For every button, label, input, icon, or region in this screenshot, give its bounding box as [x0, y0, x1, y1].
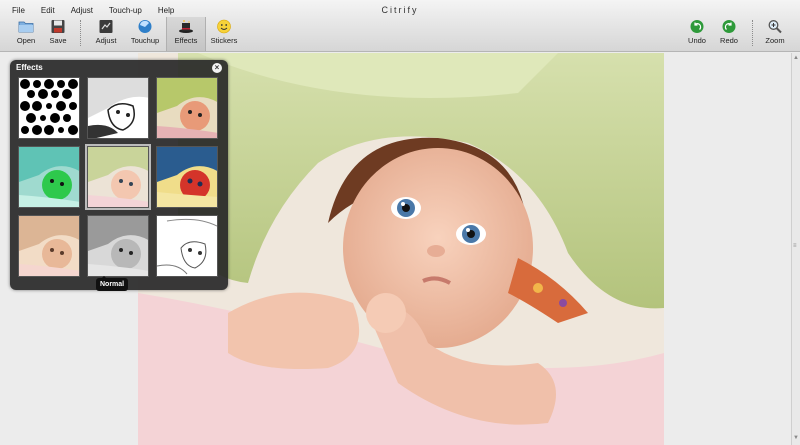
- stickers-button[interactable]: Stickers: [204, 19, 244, 49]
- app-title: Citrify: [381, 5, 419, 15]
- scroll-up-icon[interactable]: ▲: [793, 55, 799, 61]
- effect-thumbnail: [157, 147, 217, 207]
- smiley-icon: [217, 19, 231, 34]
- touchup-label: Touchup: [130, 36, 160, 45]
- redo-icon: [722, 20, 736, 33]
- floppy-disk-icon: [51, 20, 65, 33]
- toolbar-separator: [752, 20, 753, 46]
- effect-thumb-pop-art[interactable]: [156, 146, 218, 208]
- effect-tooltip: Normal: [96, 276, 129, 291]
- adjust-button[interactable]: Adjust: [86, 19, 126, 49]
- magic-hat-icon: [179, 20, 193, 33]
- undo-icon: [690, 20, 704, 33]
- effects-button[interactable]: Effects: [166, 17, 206, 51]
- effect-thumb-warm[interactable]: [156, 77, 218, 139]
- close-icon[interactable]: ×: [212, 63, 222, 73]
- effects-panel: Effects × Normal: [10, 60, 228, 291]
- save-label: Save: [49, 36, 67, 45]
- effect-thumbnail: [19, 216, 79, 276]
- effect-thumbnail: [88, 216, 148, 276]
- adjust-icon: [99, 20, 113, 33]
- toolbar-separator: [80, 20, 81, 46]
- effect-thumb-halftone[interactable]: [18, 77, 80, 139]
- vertical-scrollbar[interactable]: ▲ ≡ ▼: [791, 53, 800, 445]
- effect-thumb-pencil[interactable]: [156, 215, 218, 277]
- effect-thumbnail: [88, 78, 148, 138]
- touchup-button[interactable]: Touchup: [125, 19, 165, 49]
- adjust-label: Adjust: [95, 36, 117, 45]
- redo-label: Redo: [720, 36, 738, 45]
- save-button[interactable]: Save: [38, 19, 78, 49]
- folder-icon: [18, 21, 34, 33]
- effect-thumb-sepia[interactable]: [18, 215, 80, 277]
- effect-thumb-grayscale[interactable]: [87, 215, 149, 277]
- effect-thumb-green[interactable]: [18, 146, 80, 208]
- touchup-icon: [138, 20, 152, 33]
- scroll-down-icon[interactable]: ▼: [793, 435, 799, 441]
- effect-thumb-sketch[interactable]: [87, 77, 149, 139]
- zoom-label: Zoom: [765, 36, 785, 45]
- redo-button[interactable]: Redo: [709, 19, 749, 49]
- zoom-button[interactable]: Zoom: [755, 19, 795, 49]
- magnifier-icon: [768, 20, 782, 34]
- toolbar: File Edit Adjust Touch-up Help Citrify O…: [0, 0, 800, 52]
- effect-thumbnail: [19, 147, 79, 207]
- effect-thumbnail: [19, 78, 79, 138]
- effect-thumb-normal[interactable]: [85, 144, 151, 210]
- stickers-label: Stickers: [210, 36, 238, 45]
- effects-label: Effects: [174, 36, 198, 45]
- scroll-grip-icon[interactable]: ≡: [793, 243, 799, 249]
- effect-thumbnail: [157, 78, 217, 138]
- effect-thumbnail: [88, 147, 148, 207]
- effects-panel-title: Effects: [16, 63, 43, 72]
- effect-thumbnail: [157, 216, 217, 276]
